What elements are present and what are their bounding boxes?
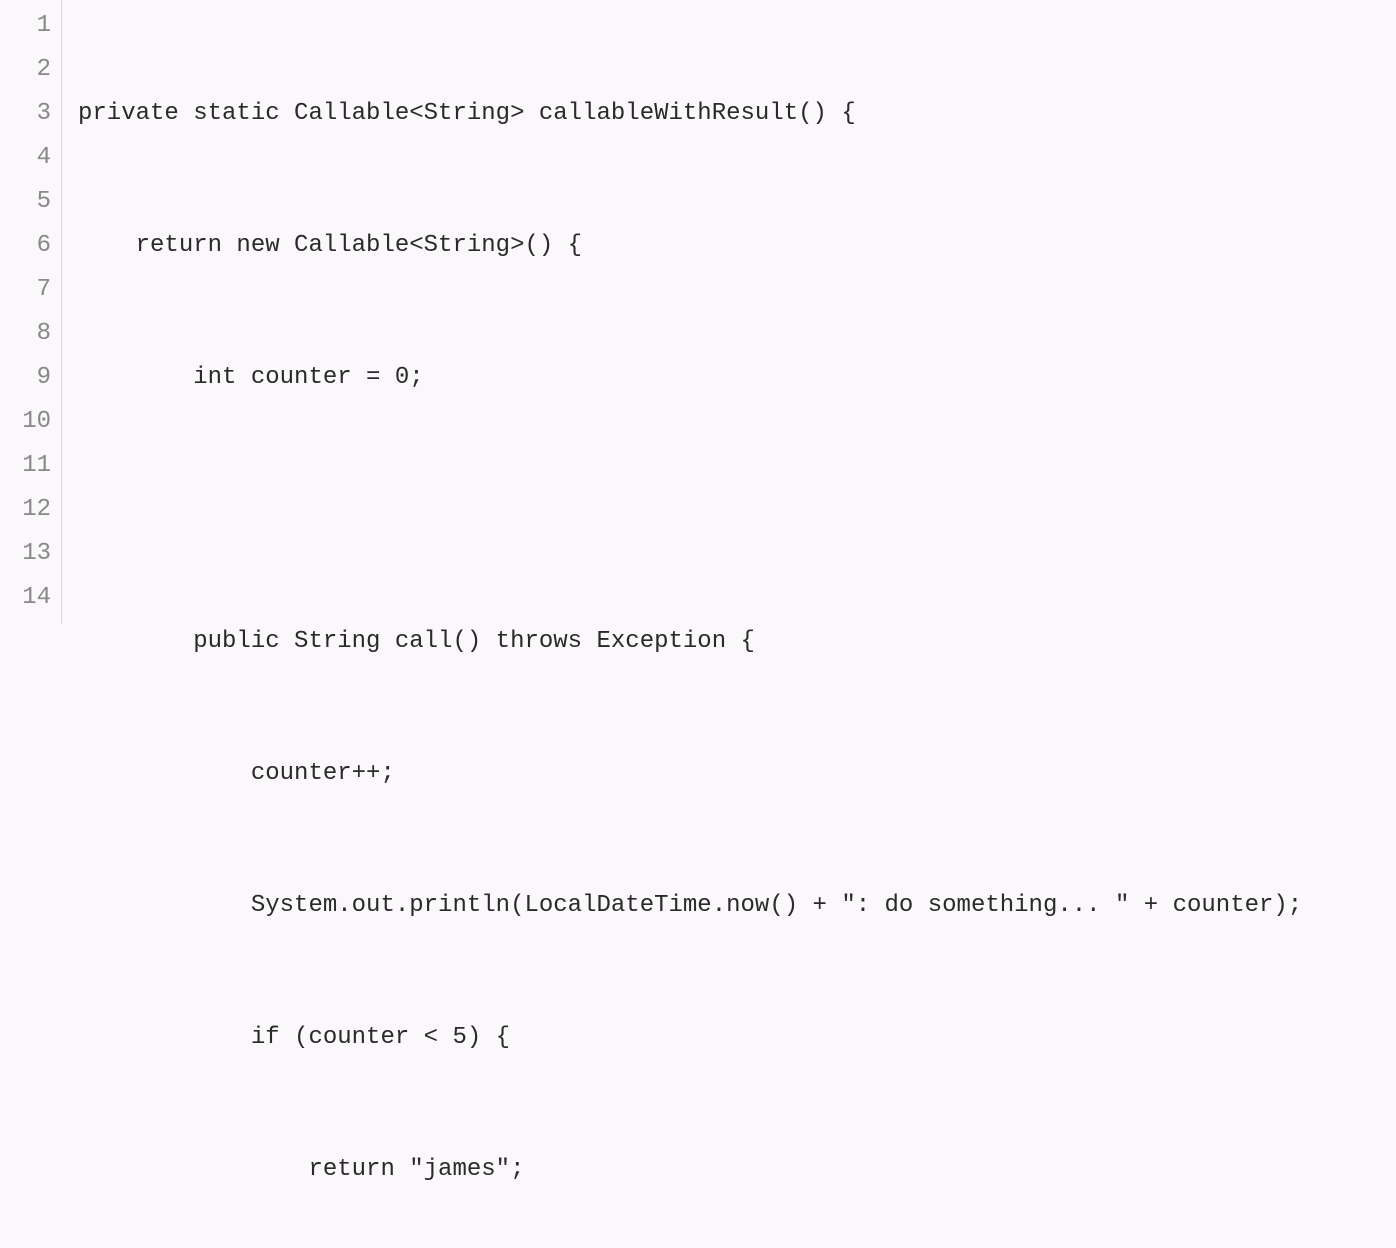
line-number: 12	[0, 488, 51, 532]
line-number: 5	[0, 180, 51, 224]
code-line: public String call() throws Exception {	[78, 620, 1396, 664]
code-line: if (counter < 5) {	[78, 1016, 1396, 1060]
line-number: 7	[0, 268, 51, 312]
line-number: 13	[0, 532, 51, 576]
line-number: 8	[0, 312, 51, 356]
code-block: 1 2 3 4 5 6 7 8 9 10 11 12 13 14 private…	[0, 0, 1396, 624]
code-line: return "james";	[78, 1148, 1396, 1192]
code-line: counter++;	[78, 752, 1396, 796]
code-content: private static Callable<String> callable…	[62, 0, 1396, 624]
line-number: 3	[0, 92, 51, 136]
line-number: 14	[0, 576, 51, 620]
code-line: int counter = 0;	[78, 356, 1396, 400]
code-line: return new Callable<String>() {	[78, 224, 1396, 268]
code-line	[78, 488, 1396, 532]
line-number: 9	[0, 356, 51, 400]
line-number: 2	[0, 48, 51, 92]
line-number-gutter: 1 2 3 4 5 6 7 8 9 10 11 12 13 14	[0, 0, 62, 624]
code-line: System.out.println(LocalDateTime.now() +…	[78, 884, 1396, 928]
line-number: 1	[0, 4, 51, 48]
line-number: 4	[0, 136, 51, 180]
code-line: private static Callable<String> callable…	[78, 92, 1396, 136]
line-number: 10	[0, 400, 51, 444]
line-number: 6	[0, 224, 51, 268]
line-number: 11	[0, 444, 51, 488]
